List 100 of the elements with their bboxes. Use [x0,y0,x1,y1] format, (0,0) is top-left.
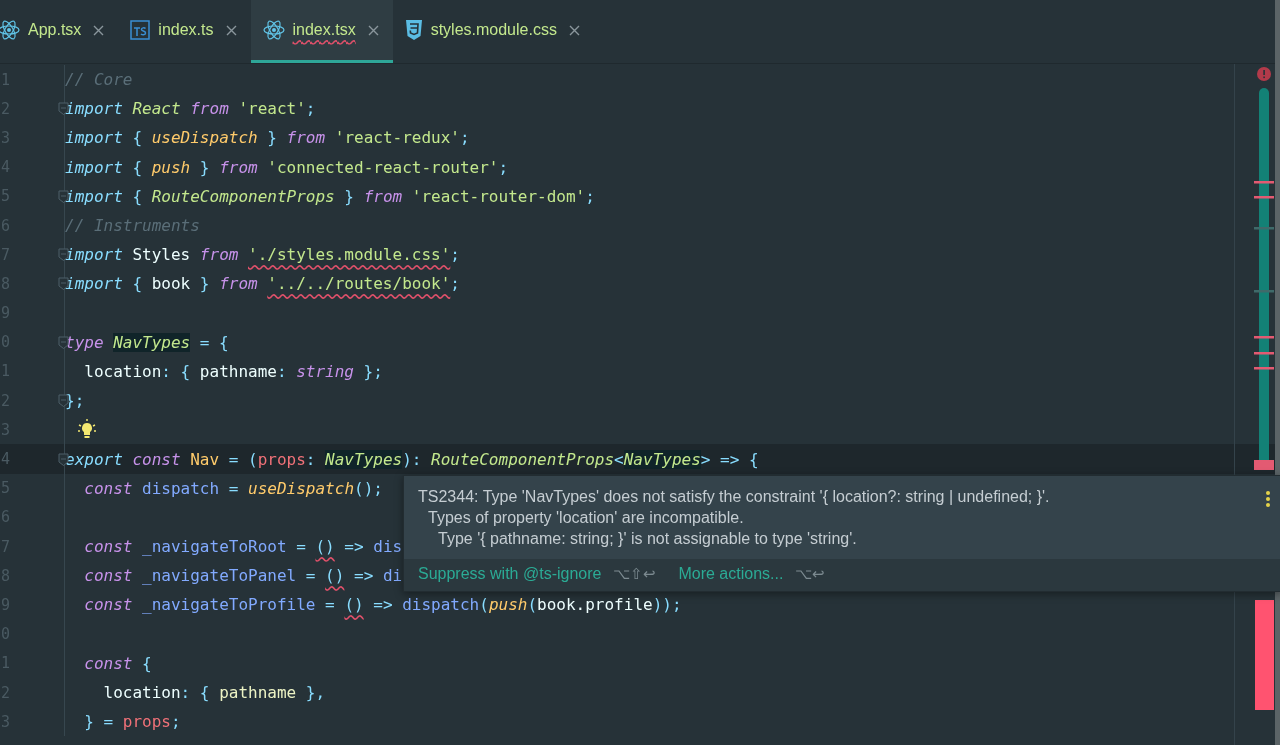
code-punctuation: = { [198,332,229,352]
keyboard-shortcut: ⌥⇧↩ [613,565,657,583]
code-keyword: export [65,449,123,469]
code-type: NavTypes [623,449,701,469]
code-text: Styles [131,245,191,265]
code-type: React [131,99,181,119]
code-text: location [83,361,162,381]
code-keyword: import [65,128,123,148]
code-type: RouteComponentProps [151,186,335,206]
code-keyword: import [65,99,123,119]
code-punctuation: { [131,186,144,206]
close-icon[interactable] [93,24,105,36]
keyboard-shortcut: ⌥↩ [795,565,826,583]
close-icon[interactable] [367,24,379,36]
code-keyword: string [296,361,354,381]
code-punctuation: }, [304,683,326,703]
more-options-icon[interactable] [1265,490,1271,508]
code-type: NavTypes [325,449,403,469]
code-punctuation: => [343,537,365,557]
code-variable: dis [373,537,403,557]
code-keyword: from [219,157,258,177]
code-comment: // Core [65,70,133,90]
code-punctuation: = [304,566,317,586]
code-keyword: from [198,245,239,265]
code-function: push [151,157,191,177]
code-text: pathname [199,361,277,381]
code-punctuation: ( [479,595,489,615]
code-keyword: import [65,245,123,265]
code-punctuation: ; [305,99,316,119]
code-punctuation: } [198,274,211,294]
close-icon[interactable] [568,24,580,36]
code-punctuation: } [198,157,211,177]
code-punctuation: = ( [227,449,258,469]
react-icon [0,19,20,41]
code-punctuation: = [295,537,307,557]
code-type: RouteComponentProps [431,449,615,469]
code-punctuation: }; [65,391,85,411]
error-stripe-drawing[interactable] [1252,64,1276,470]
lightbulb-icon[interactable] [77,418,97,441]
code-punctuation: } [343,186,355,206]
code-punctuation: )); [652,595,682,615]
code-punctuation: ; [459,128,470,148]
file-tab[interactable]: index.tsx [250,0,393,63]
action-link[interactable]: Suppress with @ts-ignore [418,565,602,583]
code-punctuation: : [276,361,288,381]
code-punctuation: : { [161,361,192,381]
code-variable: _navigateToProfile [141,595,316,615]
code-punctuation: ; [450,274,460,294]
code-keyword: const [83,566,133,586]
code-punctuation: ; [585,186,595,206]
code-text: pathname [219,683,297,703]
code-function: useDispatch [151,128,258,148]
code-punctuation: } [266,128,278,148]
close-icon[interactable] [225,24,237,36]
file-tab[interactable]: index.ts [118,0,251,63]
code-punctuation: }; [362,361,383,381]
code-parameter: props [257,449,306,469]
file-tab[interactable]: styles.module.css [392,0,594,63]
code-function: push [488,595,528,615]
code-keyword: const [83,537,133,557]
code-punctuation: ): [402,449,423,469]
code-keyword: from [189,99,229,119]
code-keyword: from [363,186,403,206]
code-keyword: import [65,157,123,177]
code-string: '../../routes/book' [267,274,451,294]
code-variable: _navigateToRoot [141,537,287,557]
code-punctuation: () [344,595,364,615]
code-keyword: from [286,128,326,148]
code-keyword: const [131,449,181,469]
code-parameter: props [122,712,171,732]
code-comment: // Instruments [65,216,200,236]
code-string: './styles.module.css' [248,245,451,265]
code-string: 'connected-react-router' [266,157,499,177]
code-punctuation: : [305,449,317,469]
file-tab[interactable]: App.tsx [0,0,119,63]
code-punctuation: = [324,595,336,615]
action-link[interactable]: More actions... [678,565,784,583]
code-punctuation: ; [170,712,181,732]
code-punctuation: } = [83,712,115,732]
code-punctuation: (); [354,478,383,498]
code-punctuation: > => { [700,449,759,469]
code-text: book.profile [537,595,653,615]
code-punctuation: = [227,478,240,498]
code-punctuation: () [315,537,335,557]
code-punctuation: => [372,595,394,615]
code-keyword: import [65,186,123,206]
code-variable: dispatch [402,595,480,615]
code-punctuation: => [353,566,375,586]
code-punctuation: { [131,274,144,294]
code-keyword: from [219,274,258,294]
code-keyword: type [65,332,104,352]
code-punctuation: : { [180,683,211,703]
error-message: TS2344: Type 'NavTypes' does not satisfy the constraint '{ location?: string | undefined; }'. Types of property 'location' are incompatible. Type '{ pathname: string; }' is not assignable to type 'string'. [418,487,1050,549]
code-punctuation: () [325,566,345,586]
code-punctuation: ; [498,157,509,177]
code-string: 'react' [237,99,306,119]
fold-marker-icon[interactable] [58,335,69,349]
code-function: useDispatch [248,478,354,498]
code-punctuation: ; [450,245,460,265]
code-keyword: const [83,653,133,673]
